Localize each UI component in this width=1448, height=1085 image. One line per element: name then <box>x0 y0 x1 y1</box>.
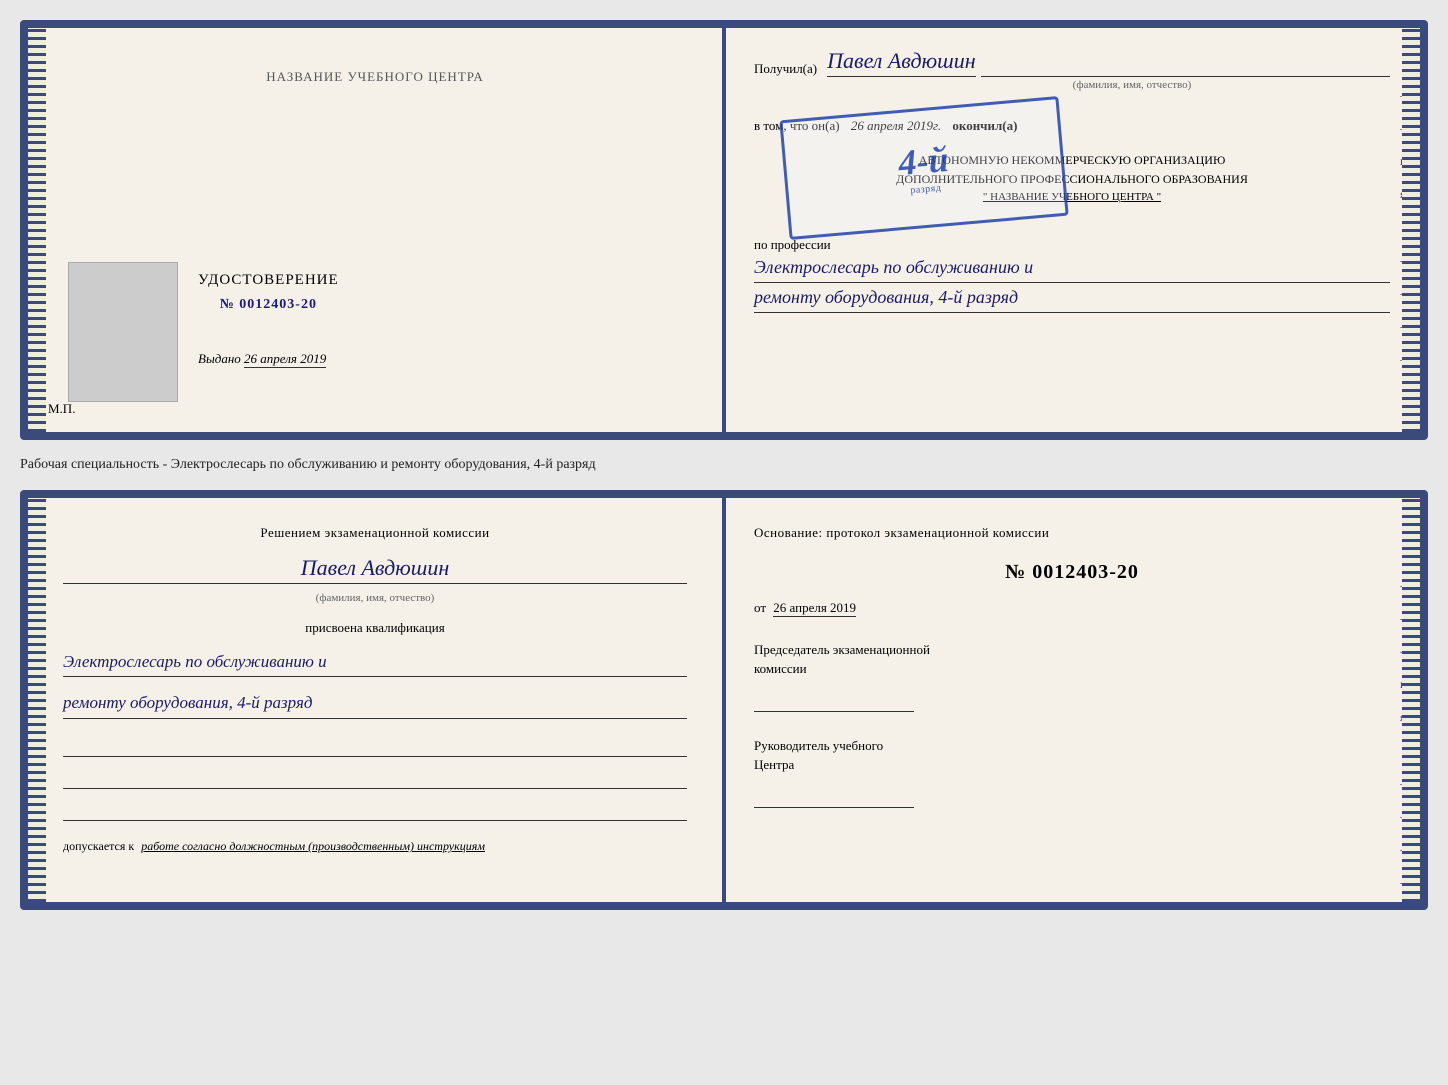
underline-3 <box>63 801 687 821</box>
page-wrapper: НАЗВАНИЕ УЧЕБНОГО ЦЕНТРА УДОСТОВЕРЕНИЕ №… <box>20 20 1428 910</box>
middle-text: Рабочая специальность - Электрослесарь п… <box>20 452 1428 478</box>
bottom-left-panel: Решением экзаменационной комиссии Павел … <box>28 498 724 902</box>
stamp-text: разряд <box>910 180 942 198</box>
allowed-line: допускается к работе согласно должностны… <box>63 837 687 855</box>
qualification-value-2: ремонту оборудования, 4-й разряд <box>63 689 687 719</box>
issued-date: 26 апреля 2019 <box>244 351 326 368</box>
cert-number-label: № <box>220 297 235 312</box>
profession-value-2: ремонту оборудования, 4-й разряд <box>754 283 1390 313</box>
received-block: Получил(а) Павел Авдюшин (фамилия, имя, … <box>754 48 1390 91</box>
issued-line: Выдано 26 апреля 2019 <box>198 351 339 367</box>
fio-label-top: (фамилия, имя, отчество) <box>814 79 1428 91</box>
bottom-right-panel: Основание: протокол экзаменационной коми… <box>724 498 1420 902</box>
chairman-block: Председатель экзаменационной комиссии <box>754 640 1390 712</box>
cert-section: УДОСТОВЕРЕНИЕ № 0012403-20 Выдано 26 апр… <box>68 262 682 402</box>
profession-block: по профессии Электрослесарь по обслужива… <box>754 229 1390 313</box>
profession-value-1: Электрослесарь по обслуживанию и <box>754 253 1390 283</box>
cert-number-value: 0012403-20 <box>239 297 317 312</box>
basis-title: Основание: протокол экзаменационной коми… <box>754 523 1390 543</box>
allowed-value: работе согласно должностным (производств… <box>141 839 485 853</box>
binding-left-bottom <box>28 498 46 902</box>
basis-date-value: 26 апреля 2019 <box>773 600 856 617</box>
photo-placeholder <box>68 262 178 402</box>
cert-info: УДОСТОВЕРЕНИЕ № 0012403-20 Выдано 26 апр… <box>198 262 339 367</box>
stamp-overlay: 4-й разряд <box>779 96 1068 240</box>
chairman-signature <box>754 687 914 712</box>
allowed-label: допускается к <box>63 839 134 853</box>
dash <box>981 56 1390 77</box>
director-line2: Центра <box>754 755 1390 775</box>
basis-number: № 0012403-20 <box>754 561 1390 584</box>
received-name: Павел Авдюшин <box>827 48 975 77</box>
stamp-number: 4-й <box>897 137 950 183</box>
director-line1: Руководитель учебного <box>754 736 1390 756</box>
cert-number: № 0012403-20 <box>198 297 339 313</box>
lines-block <box>63 737 687 821</box>
chairman-line1: Председатель экзаменационной <box>754 640 1390 660</box>
basis-date-label: от <box>754 600 766 615</box>
basis-number-label: № <box>1005 561 1026 583</box>
qualification-value-1: Электрослесарь по обслуживанию и <box>63 648 687 678</box>
cert-title: УДОСТОВЕРЕНИЕ <box>198 272 339 289</box>
mp-label: М.П. <box>48 401 75 417</box>
qualification-label: присвоена квалификация <box>63 620 687 636</box>
fio-small-bottom: (фамилия, имя, отчество) <box>63 592 687 604</box>
chairman-line2: комиссии <box>754 659 1390 679</box>
top-right-panel: Получил(а) Павел Авдюшин (фамилия, имя, … <box>724 28 1420 432</box>
received-label: Получил(а) <box>754 61 817 77</box>
decision-name: Павел Авдюшин <box>63 555 687 584</box>
training-center-title: НАЗВАНИЕ УЧЕБНОГО ЦЕНТРА <box>266 68 483 86</box>
underline-2 <box>63 769 687 789</box>
director-signature <box>754 783 914 808</box>
top-document: НАЗВАНИЕ УЧЕБНОГО ЦЕНТРА УДОСТОВЕРЕНИЕ №… <box>20 20 1428 440</box>
underline-1 <box>63 737 687 757</box>
binding-right-top <box>1402 28 1420 432</box>
binding-right-bottom <box>1402 498 1420 902</box>
basis-date: от 26 апреля 2019 <box>754 600 1390 616</box>
top-left-panel: НАЗВАНИЕ УЧЕБНОГО ЦЕНТРА УДОСТОВЕРЕНИЕ №… <box>28 28 724 432</box>
received-line: Получил(а) Павел Авдюшин <box>754 48 1390 77</box>
director-block: Руководитель учебного Центра <box>754 736 1390 808</box>
profession-label: по профессии <box>754 237 1390 253</box>
basis-number-value: 0012403-20 <box>1032 561 1139 583</box>
decision-title: Решением экзаменационной комиссии <box>63 523 687 543</box>
bottom-document: Решением экзаменационной комиссии Павел … <box>20 490 1428 910</box>
issued-label: Выдано <box>198 351 241 366</box>
